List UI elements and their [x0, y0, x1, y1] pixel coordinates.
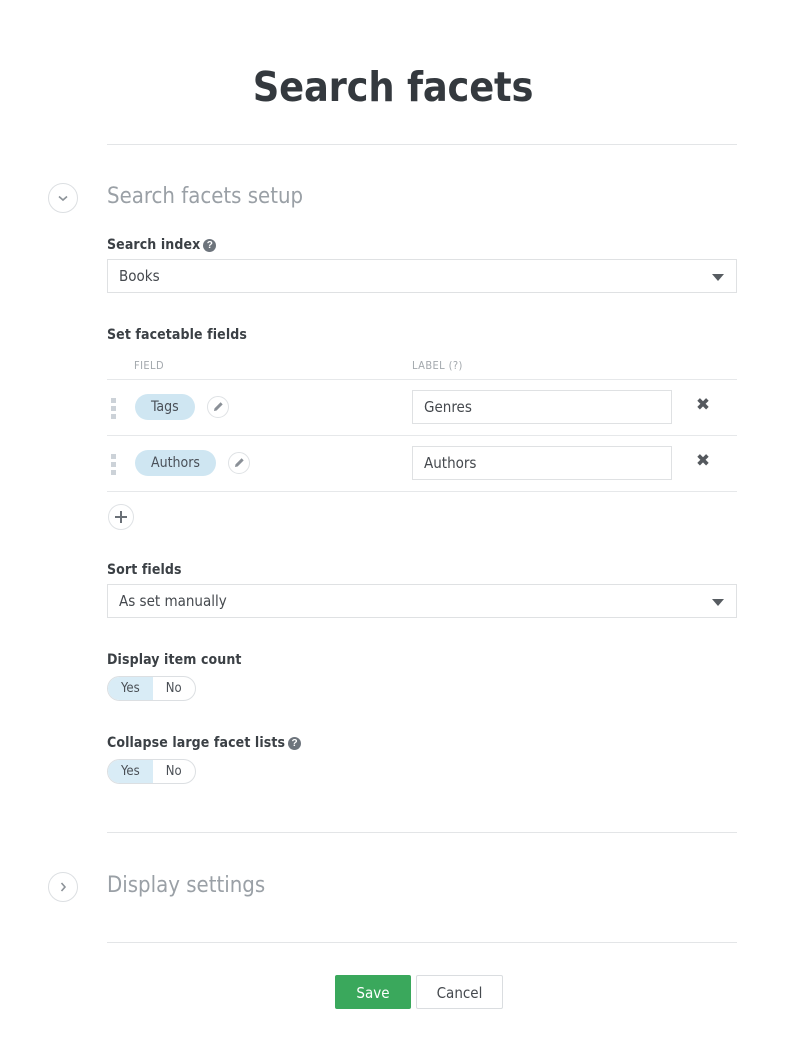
page-title: Search facets	[0, 63, 786, 111]
caret-down-icon	[712, 274, 724, 281]
field-pill[interactable]: Tags	[135, 394, 195, 420]
sort-fields-select[interactable]: As set manually	[107, 584, 737, 618]
search-index-select[interactable]: Books	[107, 259, 737, 293]
cancel-button[interactable]: Cancel	[416, 975, 503, 1009]
column-header-field: FIELD	[134, 359, 164, 372]
search-index-label: Search index?	[107, 237, 216, 253]
edit-field-button[interactable]	[207, 396, 229, 418]
section-toggle-search-facets-setup[interactable]	[48, 183, 78, 213]
facet-label-input[interactable]	[412, 446, 672, 480]
display-item-count-label: Display item count	[107, 652, 242, 668]
remove-row-button[interactable]: ✖	[692, 450, 714, 472]
table-header-row: FIELD LABEL (?)	[107, 357, 737, 380]
table-row: Authors ✖	[107, 436, 737, 492]
add-facet-field-button[interactable]	[108, 504, 134, 530]
drag-handle-icon[interactable]	[111, 398, 118, 422]
help-circle-icon[interactable]: ?	[203, 239, 216, 252]
collapse-large-facet-lists-toggle[interactable]: Yes No	[107, 759, 196, 784]
collapse-large-facet-lists-label: Collapse large facet lists?	[107, 735, 301, 751]
toggle-option-yes[interactable]: Yes	[108, 760, 153, 783]
search-index-value: Books	[119, 267, 160, 285]
caret-down-icon	[712, 599, 724, 606]
search-facets-page: Search facets Search facets setup Search…	[0, 0, 786, 1037]
edit-field-button[interactable]	[228, 452, 250, 474]
column-header-label: LABEL (?)	[412, 359, 463, 372]
facetable-fields-table: FIELD LABEL (?) Tags ✖ Authors	[107, 357, 737, 492]
section-toggle-display-settings[interactable]	[48, 872, 78, 902]
remove-row-button[interactable]: ✖	[692, 394, 714, 416]
save-button[interactable]: Save	[335, 975, 411, 1009]
section-heading-search-facets-setup: Search facets setup	[107, 184, 303, 209]
sort-fields-label: Sort fields	[107, 562, 182, 578]
section-heading-display-settings: Display settings	[107, 873, 265, 898]
facetable-fields-label: Set facetable fields	[107, 327, 247, 343]
help-circle-icon[interactable]: ?	[288, 737, 301, 750]
drag-handle-icon[interactable]	[111, 454, 118, 478]
divider-middle	[107, 832, 737, 833]
divider-top	[107, 144, 737, 145]
divider-bottom	[107, 942, 737, 943]
table-row: Tags ✖	[107, 380, 737, 436]
toggle-option-yes[interactable]: Yes	[108, 677, 153, 700]
sort-fields-value: As set manually	[119, 592, 227, 610]
display-item-count-toggle[interactable]: Yes No	[107, 676, 196, 701]
toggle-option-no[interactable]: No	[153, 677, 195, 700]
facet-label-input[interactable]	[412, 390, 672, 424]
toggle-option-no[interactable]: No	[153, 760, 195, 783]
field-pill[interactable]: Authors	[135, 450, 216, 476]
